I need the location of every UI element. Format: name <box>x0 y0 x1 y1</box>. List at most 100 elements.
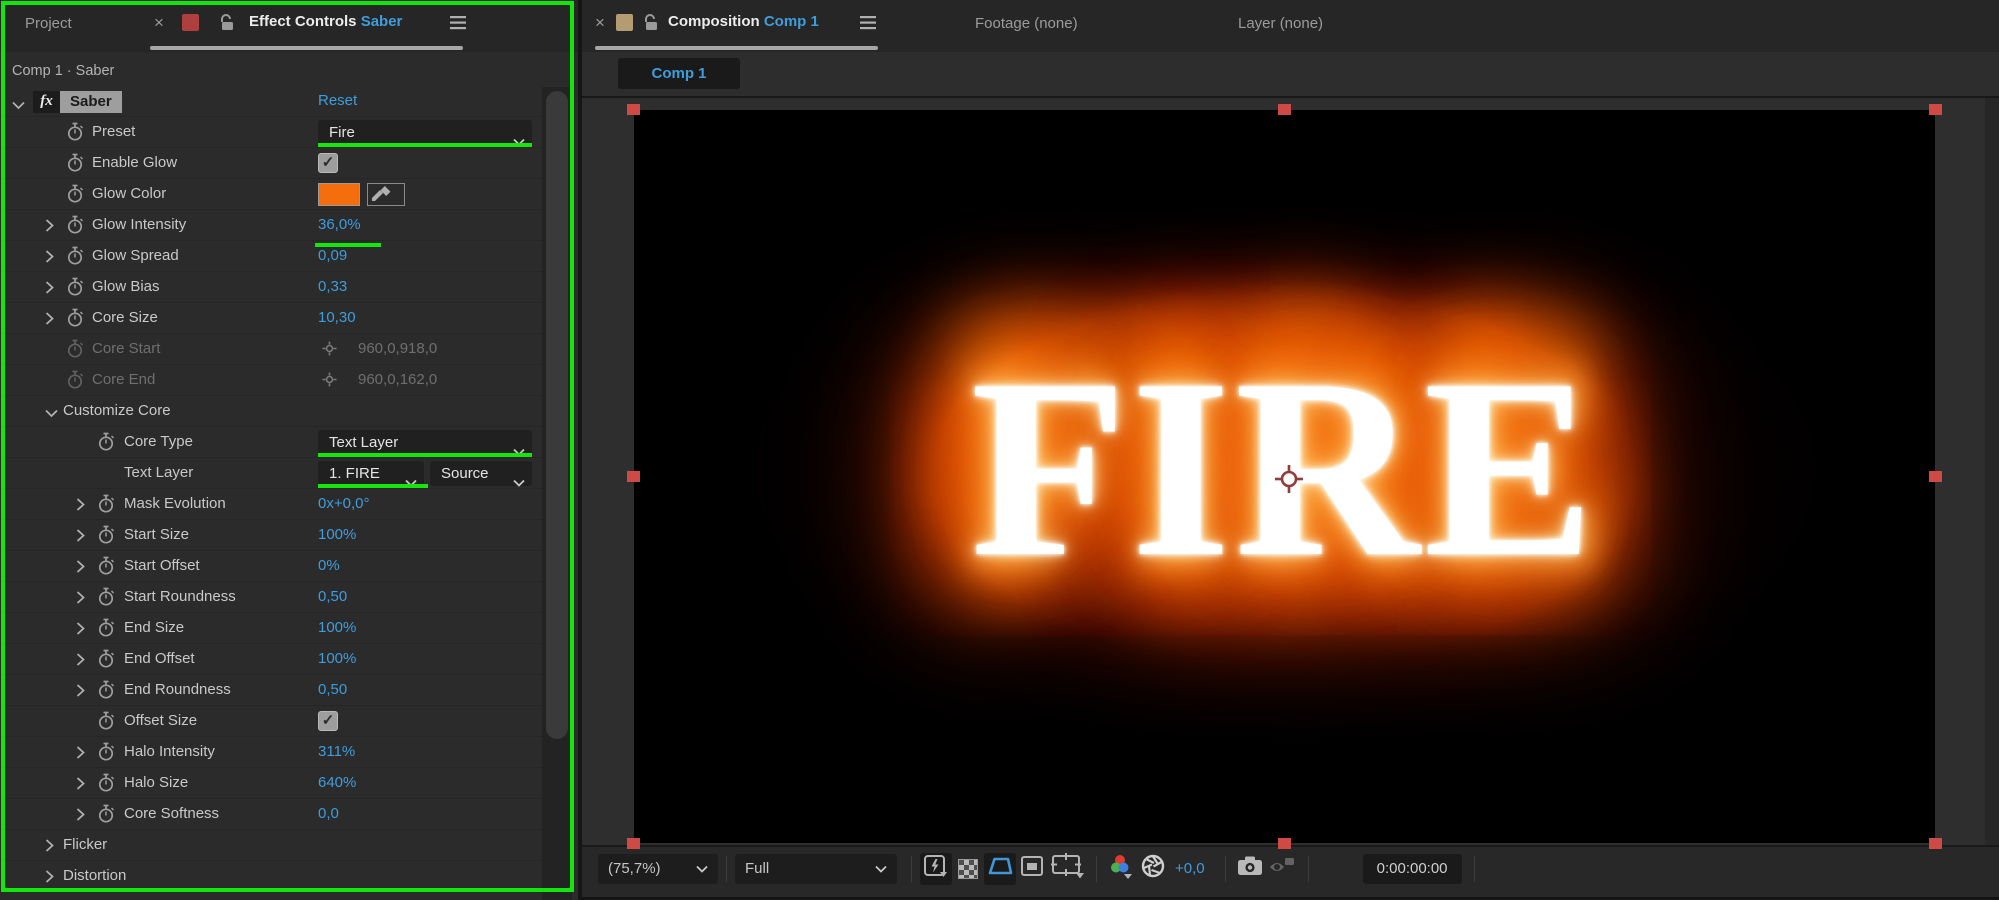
panel-menu-icon[interactable] <box>450 16 466 30</box>
preset-dropdown[interactable]: Fire <box>318 120 532 146</box>
channel-settings-button[interactable] <box>1105 853 1137 885</box>
stopwatch-icon[interactable] <box>66 153 84 173</box>
unlock-icon[interactable] <box>643 13 659 31</box>
stopwatch-icon[interactable] <box>97 587 115 607</box>
stopwatch-icon[interactable] <box>97 711 115 731</box>
take-snapshot-button[interactable] <box>1234 853 1266 885</box>
property-label[interactable]: Customize Core <box>63 402 171 419</box>
twirl-icon[interactable] <box>76 498 90 512</box>
layer-handle-bottom-right[interactable] <box>1929 838 1942 849</box>
twirl-icon[interactable] <box>45 405 59 419</box>
effect-name[interactable]: Saber <box>60 91 122 113</box>
property-label[interactable]: Flicker <box>63 836 107 853</box>
text-layer-dropdown[interactable]: 1. FIRE <box>318 461 424 487</box>
twirl-icon[interactable] <box>76 684 90 698</box>
tab-footage[interactable]: Footage (none) <box>975 15 1078 32</box>
scrollbar-track[interactable] <box>542 87 572 900</box>
reset-button[interactable]: Reset <box>318 92 357 109</box>
timecode-display[interactable]: 0:00:00:00 <box>1362 853 1462 884</box>
property-value[interactable]: 640% <box>318 774 356 791</box>
twirl-icon[interactable] <box>76 653 90 667</box>
source-dropdown[interactable]: Source <box>430 461 532 487</box>
region-of-interest-button[interactable] <box>1016 853 1048 885</box>
twirl-icon[interactable] <box>76 529 90 543</box>
glow-color-swatch[interactable] <box>318 183 360 206</box>
property-value[interactable]: 0% <box>318 557 340 574</box>
layer-handle-mid-right[interactable] <box>1929 471 1942 482</box>
layer-handle-top-right[interactable] <box>1929 104 1942 115</box>
eyedropper-icon[interactable] <box>367 183 405 206</box>
twirl-icon[interactable] <box>45 312 59 326</box>
property-value[interactable]: 100% <box>318 619 356 636</box>
stopwatch-icon[interactable] <box>97 680 115 700</box>
scrollbar-thumb[interactable] <box>546 91 568 739</box>
twirl-icon[interactable] <box>76 808 90 822</box>
stopwatch-icon[interactable] <box>97 742 115 762</box>
enable-glow-checkbox[interactable]: ✓ <box>318 153 338 173</box>
stopwatch-icon[interactable] <box>66 370 84 390</box>
property-value[interactable]: 0,09 <box>318 247 347 264</box>
fast-previews-button[interactable] <box>920 852 952 885</box>
property-value[interactable]: 100% <box>318 650 356 667</box>
stopwatch-icon[interactable] <box>97 432 115 452</box>
panel-menu-icon[interactable] <box>860 16 876 30</box>
magnification-dropdown[interactable]: (75,7%) <box>598 853 718 884</box>
stopwatch-icon[interactable] <box>66 184 84 204</box>
layer-handle-bottom-left[interactable] <box>627 838 640 849</box>
tab-project[interactable]: Project <box>25 15 72 32</box>
property-value[interactable]: 0x+0,0° <box>318 495 369 512</box>
close-tab-icon[interactable]: × <box>595 13 605 33</box>
property-value[interactable]: 0,0 <box>318 805 339 822</box>
property-value[interactable]: 100% <box>318 526 356 543</box>
layer-handle-top-left[interactable] <box>627 104 640 115</box>
resolution-dropdown[interactable]: Full <box>735 853 897 884</box>
twirl-icon[interactable] <box>45 219 59 233</box>
stopwatch-icon[interactable] <box>66 308 84 328</box>
tab-layer[interactable]: Layer (none) <box>1238 15 1323 32</box>
transparency-grid-button[interactable] <box>952 853 984 885</box>
stopwatch-icon[interactable] <box>97 773 115 793</box>
unlock-icon[interactable] <box>219 13 235 31</box>
twirl-icon[interactable] <box>76 622 90 636</box>
property-value[interactable]: 10,30 <box>318 309 356 326</box>
twirl-icon[interactable] <box>45 839 59 853</box>
property-value[interactable]: 36,0% <box>318 216 361 233</box>
layer-handle-bottom-center[interactable] <box>1278 838 1291 849</box>
close-tab-icon[interactable]: × <box>154 13 164 33</box>
effect-twirl-icon[interactable] <box>12 97 26 111</box>
anchor-point-icon[interactable] <box>1274 464 1304 499</box>
property-value[interactable]: 0,33 <box>318 278 347 295</box>
twirl-icon[interactable] <box>76 746 90 760</box>
stopwatch-icon[interactable] <box>66 215 84 235</box>
mask-visibility-button[interactable] <box>984 852 1016 885</box>
twirl-icon[interactable] <box>76 591 90 605</box>
exposure-value[interactable]: +0,0 <box>1175 860 1205 877</box>
tab-composition[interactable]: Composition Comp 1 <box>668 13 819 30</box>
twirl-icon[interactable] <box>76 777 90 791</box>
stopwatch-icon[interactable] <box>97 556 115 576</box>
stopwatch-icon[interactable] <box>97 804 115 824</box>
stopwatch-icon[interactable] <box>97 525 115 545</box>
core-type-dropdown[interactable]: Text Layer <box>318 430 532 456</box>
stopwatch-icon[interactable] <box>97 494 115 514</box>
stopwatch-icon[interactable] <box>66 246 84 266</box>
comp-1-tab[interactable]: Comp 1 <box>618 58 740 89</box>
twirl-icon[interactable] <box>76 560 90 574</box>
twirl-icon[interactable] <box>45 250 59 264</box>
property-value[interactable]: 311% <box>318 743 355 760</box>
reset-exposure-button[interactable] <box>1137 853 1169 885</box>
twirl-icon[interactable] <box>45 870 59 884</box>
stopwatch-icon[interactable] <box>66 339 84 359</box>
twirl-icon[interactable] <box>45 281 59 295</box>
property-label[interactable]: Distortion <box>63 867 126 884</box>
stopwatch-icon[interactable] <box>66 122 84 142</box>
grid-and-guides-button[interactable] <box>1048 853 1088 885</box>
stopwatch-icon[interactable] <box>66 277 84 297</box>
property-value[interactable]: 0,50 <box>318 681 347 698</box>
property-value[interactable]: 0,50 <box>318 588 347 605</box>
layer-handle-mid-left[interactable] <box>627 471 640 482</box>
offset-size-checkbox[interactable]: ✓ <box>318 711 338 731</box>
stopwatch-icon[interactable] <box>97 618 115 638</box>
layer-handle-top-center[interactable] <box>1278 104 1291 115</box>
tab-effect-controls[interactable]: Effect Controls Saber <box>249 13 402 30</box>
